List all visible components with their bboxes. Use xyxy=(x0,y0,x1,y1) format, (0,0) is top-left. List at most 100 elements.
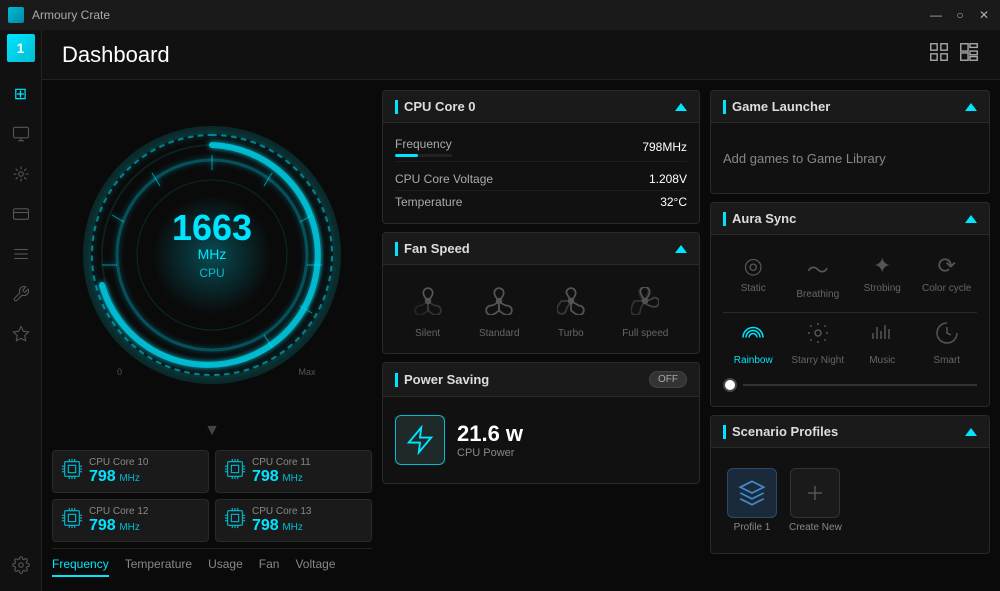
aura-breathing-icon: 〜 xyxy=(807,253,829,285)
content: Dashboard xyxy=(42,30,1000,591)
scenario-profiles-title: Scenario Profiles xyxy=(723,424,838,439)
aura-row2: Rainbow Starry Night xyxy=(723,312,977,374)
aura-colorcycle[interactable]: ⟳ Color cycle xyxy=(917,253,978,300)
core-cpu-icon-2 xyxy=(61,507,83,535)
sidebar-item-dashboard[interactable]: ⊞ xyxy=(3,76,39,112)
gauge-label: CPU xyxy=(172,266,252,280)
sidebar-item-device[interactable] xyxy=(3,156,39,192)
core-name-3: CPU Core 13 xyxy=(252,506,311,517)
header: Dashboard xyxy=(42,30,1000,80)
aura-sync-chevron xyxy=(965,215,977,223)
fan-turbo-icon xyxy=(557,287,585,322)
fan-mode-full[interactable]: Full speed xyxy=(622,287,668,339)
power-saving-toggle[interactable]: OFF xyxy=(649,371,687,388)
gauge-value: 1663 xyxy=(172,210,252,246)
core-cpu-icon-0 xyxy=(61,458,83,486)
core-freq-0: 798 xyxy=(89,468,116,485)
gauge-unit: MHz xyxy=(172,246,252,262)
core-name-0: CPU Core 10 xyxy=(89,457,148,468)
create-new-icon xyxy=(790,468,840,518)
core-freq-display-0: 798 MHz xyxy=(89,468,148,486)
fan-mode-icons: Silent xyxy=(395,275,687,343)
sidebar-logo[interactable]: 1 xyxy=(7,34,35,62)
aura-slider-dot xyxy=(723,378,737,392)
core-freq-unit-0: MHz xyxy=(119,473,140,484)
fan-standard-icon xyxy=(485,287,513,322)
frequency-value: 798MHz xyxy=(642,140,687,154)
fan-mode-standard[interactable]: Standard xyxy=(479,287,520,339)
bottom-tabs: Frequency Temperature Usage Fan Voltage xyxy=(52,548,372,581)
maximize-button[interactable]: ○ xyxy=(952,8,968,22)
fan-turbo-label: Turbo xyxy=(558,328,584,339)
core-name-1: CPU Core 11 xyxy=(252,457,311,468)
power-saving-title: Power Saving xyxy=(395,372,489,387)
core-info-3: CPU Core 13 798 MHz xyxy=(252,506,311,535)
game-launcher-placeholder: Add games to Game Library xyxy=(723,151,886,166)
titlebar-controls: — ○ ✕ xyxy=(928,8,992,22)
aura-sync-card: Aura Sync ◎ Static 〜 Breathing xyxy=(710,202,990,407)
aura-strobing-icon: ✦ xyxy=(873,253,891,279)
profile-item-1[interactable]: Profile 1 xyxy=(727,468,777,533)
list-view-icon[interactable] xyxy=(958,41,980,68)
header-icons xyxy=(928,41,980,68)
core-freq-1: 798 xyxy=(252,468,279,485)
sidebar-item-tools[interactable] xyxy=(3,236,39,272)
sidebar: 1 ⊞ xyxy=(0,30,42,591)
power-saving-body: 21.6 w CPU Power xyxy=(383,397,699,483)
sidebar-item-monitor[interactable] xyxy=(3,116,39,152)
core-freq-unit-3: MHz xyxy=(282,522,303,533)
middle-panel: CPU Core 0 Frequency 798MHz xyxy=(382,90,700,581)
frequency-row: Frequency 798MHz xyxy=(395,133,687,162)
fan-mode-turbo[interactable]: Turbo xyxy=(557,287,585,339)
tab-usage[interactable]: Usage xyxy=(208,557,243,577)
profile-create-new[interactable]: Create New xyxy=(789,468,842,533)
cpu-core0-card: CPU Core 0 Frequency 798MHz xyxy=(382,90,700,224)
scenario-profiles-chevron xyxy=(965,428,977,436)
core-name-2: CPU Core 12 xyxy=(89,506,148,517)
aura-rainbow[interactable]: Rainbow xyxy=(723,321,784,366)
aura-starrynight[interactable]: Starry Night xyxy=(788,321,849,366)
fan-speed-chevron xyxy=(675,245,687,253)
aura-breathing[interactable]: 〜 Breathing xyxy=(788,253,849,300)
tab-fan[interactable]: Fan xyxy=(259,557,280,577)
tab-frequency[interactable]: Frequency xyxy=(52,557,109,577)
frequency-label: Frequency xyxy=(395,137,452,157)
tab-voltage[interactable]: Voltage xyxy=(295,557,335,577)
tab-temperature[interactable]: Temperature xyxy=(125,557,192,577)
gauge-center: 1663 MHz CPU xyxy=(172,210,252,280)
fan-silent-icon xyxy=(414,287,442,322)
aura-strobing-label: Strobing xyxy=(864,283,901,294)
voltage-row: CPU Core Voltage 1.208V xyxy=(395,168,687,191)
app-name: Armoury Crate xyxy=(32,8,110,22)
temperature-row: Temperature 32°C xyxy=(395,191,687,213)
minimize-button[interactable]: — xyxy=(928,8,944,22)
fan-silent-label: Silent xyxy=(415,328,440,339)
aura-slider-line xyxy=(743,384,977,386)
profile-1-icon xyxy=(727,468,777,518)
temperature-label: Temperature xyxy=(395,195,462,209)
aura-strobing[interactable]: ✦ Strobing xyxy=(852,253,913,300)
aura-static[interactable]: ◎ Static xyxy=(723,253,784,300)
aura-smart[interactable]: Smart xyxy=(917,321,978,366)
grid-view-icon[interactable] xyxy=(928,41,950,68)
cpu-core0-body: Frequency 798MHz CPU Core Voltage 1.208V xyxy=(383,123,699,223)
close-button[interactable]: ✕ xyxy=(976,8,992,22)
power-icon-box xyxy=(395,415,445,465)
game-launcher-header: Game Launcher xyxy=(711,91,989,123)
voltage-value: 1.208V xyxy=(649,172,687,186)
sidebar-item-wrench[interactable] xyxy=(3,276,39,312)
sidebar-item-settings[interactable] xyxy=(3,547,39,583)
gauge-area: Max 0 1663 MHz CPU xyxy=(52,90,372,420)
fan-mode-silent[interactable]: Silent xyxy=(414,287,442,339)
sidebar-item-tag[interactable] xyxy=(3,316,39,352)
sidebar-item-storage[interactable] xyxy=(3,196,39,232)
game-launcher-title: Game Launcher xyxy=(723,99,830,114)
aura-starrynight-icon xyxy=(806,321,830,351)
aura-slider[interactable] xyxy=(723,374,977,396)
power-saving-header: Power Saving OFF xyxy=(383,363,699,397)
temperature-value: 32°C xyxy=(660,195,687,209)
core-cpu-icon-3 xyxy=(224,507,246,535)
aura-colorcycle-label: Color cycle xyxy=(922,283,971,294)
aura-music[interactable]: Music xyxy=(852,321,913,366)
frequency-bar-fill xyxy=(395,154,418,157)
